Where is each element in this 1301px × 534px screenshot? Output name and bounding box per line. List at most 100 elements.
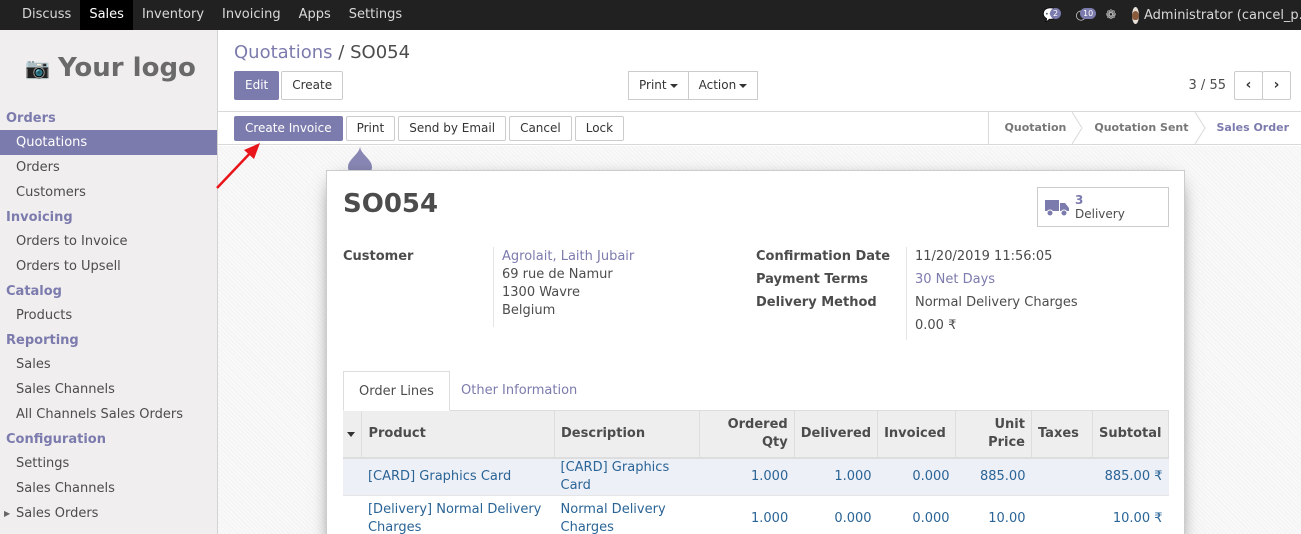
menu-sales[interactable]: Sales: [80, 0, 133, 30]
pager: 3 / 55 ‹ ›: [1189, 71, 1291, 100]
column-delivered[interactable]: Delivered: [794, 411, 879, 459]
cancel-button[interactable]: Cancel: [509, 116, 572, 141]
create-button[interactable]: Create: [281, 71, 344, 100]
stage-quotation-sent[interactable]: Quotation Sent: [1078, 112, 1206, 144]
menu-apps[interactable]: Apps: [290, 0, 340, 30]
sidebar-item-orders-to-invoice[interactable]: Orders to Invoice: [0, 229, 217, 254]
confirmation-date-label: Confirmation Date: [756, 249, 891, 264]
sidebar-item-sales-channels[interactable]: Sales Channels: [0, 377, 217, 402]
sidebar-item-sales-orders[interactable]: ▶ Sales Orders: [0, 501, 217, 526]
cell-invoiced[interactable]: 0.000: [877, 458, 956, 496]
print-dropdown-label: Print: [639, 78, 667, 92]
sidebar-item-config-sales-channels[interactable]: Sales Channels: [0, 476, 217, 501]
action-dropdown[interactable]: Action: [687, 71, 759, 100]
delivery-label: Delivery: [1075, 207, 1125, 221]
delivery-count: 3: [1075, 193, 1084, 207]
print-dropdown[interactable]: Print: [628, 71, 689, 100]
sidebar-section-reporting: Reporting: [6, 333, 79, 348]
cell-invoiced[interactable]: 0.000: [877, 495, 956, 534]
menu-invoicing[interactable]: Invoicing: [213, 0, 290, 30]
delivery-method-value: Normal Delivery Charges: [915, 295, 1078, 310]
send-by-email-button[interactable]: Send by Email: [398, 116, 507, 141]
column-unit-price[interactable]: Unit Price: [955, 411, 1032, 459]
edit-button[interactable]: Edit: [234, 71, 280, 100]
column-subtotal[interactable]: Subtotal: [1092, 411, 1170, 459]
sidebar-section-orders: Orders: [6, 111, 56, 126]
payment-terms-label: Payment Terms: [756, 272, 869, 287]
sidebar-item-orders[interactable]: Orders: [0, 155, 217, 180]
sidebar-item-products[interactable]: Products: [0, 303, 217, 328]
create-invoice-button[interactable]: Create Invoice: [234, 116, 343, 141]
menu-inventory[interactable]: Inventory: [133, 0, 213, 30]
sidebar-section-invoicing: Invoicing: [6, 210, 73, 225]
column-ordered-qty[interactable]: Ordered Qty: [699, 411, 795, 459]
caret-down-icon: [669, 83, 678, 88]
top-navbar: Discuss Sales Inventory Invoicing Apps S…: [0, 0, 1301, 30]
activities-button[interactable]: ◷ 10: [1066, 0, 1097, 30]
print-button[interactable]: Print: [345, 116, 396, 141]
column-invoiced[interactable]: Invoiced: [877, 411, 957, 459]
sidebar-item-quotations[interactable]: Quotations: [0, 130, 217, 155]
cell-description[interactable]: Normal Delivery Charges: [554, 495, 700, 534]
stage-label: Quotation Sent: [1094, 121, 1189, 134]
payment-terms-link[interactable]: 30 Net Days: [915, 271, 995, 289]
sidebar-section-catalog: Catalog: [6, 284, 62, 299]
delivery-smart-button[interactable]: 3 Delivery: [1037, 187, 1169, 227]
tab-order-lines[interactable]: Order Lines: [343, 371, 450, 411]
truck-icon: [1045, 200, 1069, 217]
caret-right-icon: ▶: [4, 509, 11, 518]
menu-discuss[interactable]: Discuss: [13, 0, 80, 30]
messages-button[interactable]: 💬 2: [1036, 0, 1066, 30]
customer-name-link[interactable]: Agrolait, Laith Jubair: [502, 248, 634, 266]
table-row[interactable]: [Delivery] Normal Delivery Charges Norma…: [343, 495, 1169, 534]
cell-description[interactable]: [CARD] Graphics Card: [554, 458, 700, 496]
cell-subtotal[interactable]: 10.00 ₹: [1092, 495, 1169, 534]
menu-settings[interactable]: Settings: [340, 0, 411, 30]
debug-button[interactable]: ❁: [1096, 0, 1126, 30]
header-line: Price: [988, 435, 1025, 450]
form-sheet: SO054 3 Delivery Customer Agrolait, Lait…: [326, 170, 1185, 534]
customer-label: Customer: [343, 249, 414, 264]
header-line: Qty: [761, 435, 788, 450]
cell-ordered-qty[interactable]: 1.000: [699, 458, 795, 496]
cell-delivered[interactable]: 0.000: [794, 495, 878, 534]
cell-taxes[interactable]: [1031, 458, 1093, 496]
cell-product[interactable]: [Delivery] Normal Delivery Charges: [361, 495, 555, 534]
pager-value[interactable]: 3 / 55: [1189, 78, 1226, 93]
breadcrumb-quotations[interactable]: Quotations: [234, 42, 333, 63]
cell-delivered[interactable]: 1.000: [794, 458, 878, 496]
lock-button[interactable]: Lock: [574, 116, 625, 141]
cell-unit-price[interactable]: 885.00: [955, 458, 1032, 496]
action-dropdown-label: Action: [698, 78, 737, 92]
cell-unit-price[interactable]: 10.00: [955, 495, 1032, 534]
pager-previous-button[interactable]: ‹: [1234, 71, 1263, 100]
order-title: SO054: [343, 189, 439, 219]
tab-other-information[interactable]: Other Information: [446, 371, 592, 411]
sort-toggle[interactable]: [343, 411, 363, 459]
bug-icon: ❁: [1105, 7, 1117, 23]
cell-ordered-qty[interactable]: 1.000: [699, 495, 795, 534]
table-row[interactable]: [CARD] Graphics Card [CARD] Graphics Car…: [343, 458, 1169, 496]
stage-sales-order[interactable]: Sales Order: [1201, 112, 1301, 144]
cell-product[interactable]: [CARD] Graphics Card: [361, 458, 555, 496]
stage-quotation[interactable]: Quotation: [989, 112, 1083, 144]
column-product[interactable]: Product: [361, 411, 556, 459]
header-buttons: Create Invoice Print Send by Email Cance…: [234, 116, 625, 141]
row-spacer: [343, 458, 362, 496]
pager-next-button[interactable]: ›: [1262, 71, 1291, 100]
column-description[interactable]: Description: [554, 411, 700, 459]
customer-address-line: Belgium: [502, 303, 556, 318]
sidebar-item-sales[interactable]: Sales: [0, 352, 217, 377]
column-taxes[interactable]: Taxes: [1031, 411, 1093, 459]
sidebar-item-orders-to-upsell[interactable]: Orders to Upsell: [0, 254, 217, 279]
user-name: Administrator (cancel_p...: [1144, 7, 1301, 23]
user-menu[interactable]: Administrator (cancel_p...: [1126, 6, 1301, 24]
sidebar-item-all-channels-sales-orders[interactable]: All Channels Sales Orders: [0, 402, 217, 427]
confirmation-date-value: 11/20/2019 11:56:05: [915, 249, 1053, 264]
cell-taxes[interactable]: [1031, 495, 1093, 534]
customer-address-line: 1300 Wavre: [502, 285, 580, 300]
cell-subtotal[interactable]: 885.00 ₹: [1092, 458, 1169, 496]
sidebar-item-settings[interactable]: Settings: [0, 451, 217, 476]
sidebar-item-customers[interactable]: Customers: [0, 180, 217, 205]
company-logo[interactable]: 📷 Your logo: [0, 30, 217, 106]
